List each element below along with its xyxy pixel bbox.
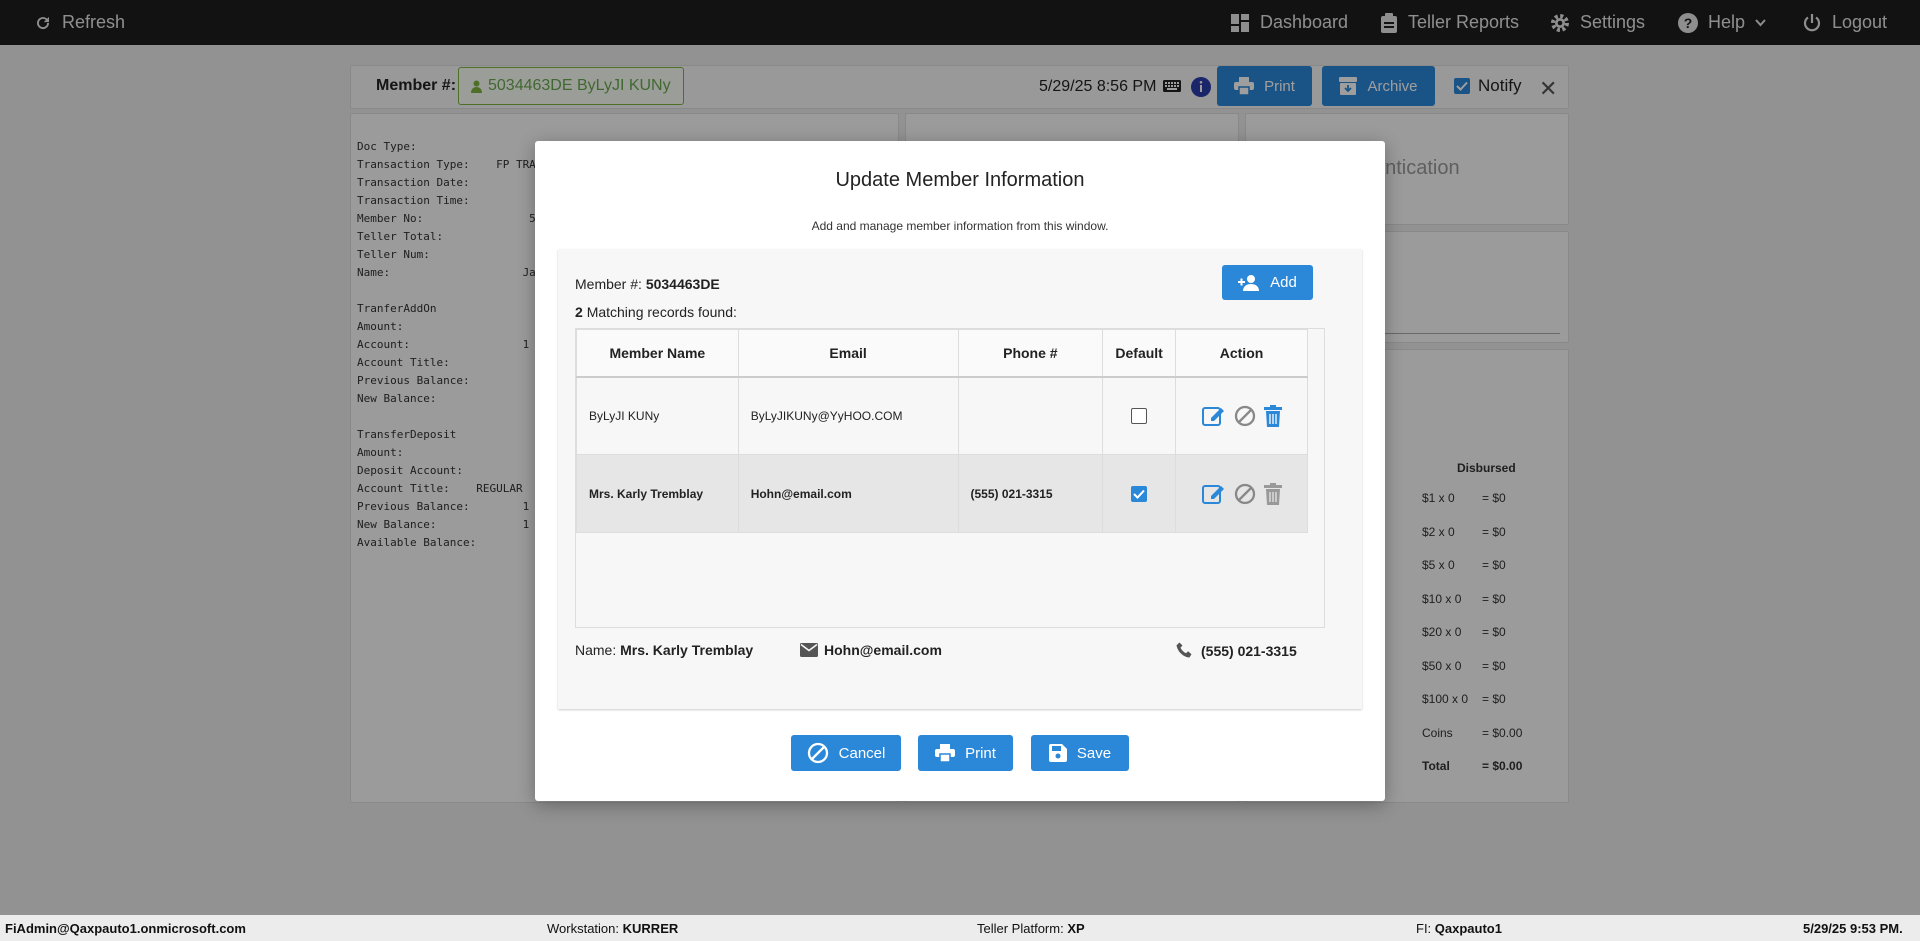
save-icon bbox=[1048, 744, 1067, 762]
row-phone: (555) 021-3315 bbox=[957, 454, 1104, 533]
summary-email: Hohn@email.com bbox=[800, 642, 942, 658]
column-email[interactable]: Email bbox=[737, 329, 959, 378]
column-action[interactable]: Action bbox=[1175, 329, 1308, 378]
modal-title: Update Member Information bbox=[835, 169, 1085, 191]
summary-name: Name: Mrs. Karly Tremblay bbox=[575, 642, 753, 658]
status-datetime: 5/29/25 9:53 PM. bbox=[1803, 921, 1903, 936]
summary-name-label: Name: bbox=[575, 642, 617, 658]
modal-print-button[interactable]: Print bbox=[918, 735, 1013, 771]
row-actions bbox=[1175, 454, 1308, 533]
add-user-icon bbox=[1238, 274, 1260, 291]
summary-phone-value: (555) 021-3315 bbox=[1201, 642, 1297, 659]
match-count-value: 2 bbox=[575, 304, 583, 320]
trash-icon[interactable] bbox=[1263, 482, 1282, 505]
status-workstation: Workstation: KURRER bbox=[547, 921, 679, 936]
match-count: 2 Matching records found: bbox=[575, 304, 737, 320]
update-member-modal: Update Member Information Add and manage… bbox=[535, 141, 1385, 801]
member-number-value: 5034463DE bbox=[645, 276, 720, 292]
save-label: Save bbox=[1076, 744, 1112, 762]
row-email: ByLyJIKUNy@YyHOO.COM bbox=[737, 376, 959, 455]
member-number: Member #: 5034463DE bbox=[575, 276, 720, 292]
member-records-card: Member #: 5034463DE 2 Matching records f… bbox=[558, 249, 1362, 709]
column-phone[interactable]: Phone # bbox=[957, 329, 1104, 378]
modal-print-label: Print bbox=[965, 744, 996, 762]
save-button[interactable]: Save bbox=[1031, 735, 1129, 771]
row-email: Hohn@email.com bbox=[737, 454, 959, 533]
row-name: ByLyJI KUNy bbox=[576, 376, 739, 455]
status-user: FiAdmin@Qaxpauto1.onmicrosoft.com bbox=[5, 921, 246, 936]
default-checkbox[interactable] bbox=[1131, 407, 1148, 424]
envelope-icon bbox=[800, 643, 818, 657]
table-header-row: Member Name Email Phone # Default Action bbox=[576, 329, 1308, 378]
edit-icon[interactable] bbox=[1201, 405, 1226, 427]
trash-icon[interactable] bbox=[1263, 404, 1282, 427]
member-number-label: Member #: bbox=[575, 276, 642, 292]
table-row[interactable]: ByLyJI KUNy ByLyJIKUNy@YyHOO.COM bbox=[576, 376, 1308, 455]
printer-icon bbox=[935, 744, 956, 762]
status-fi: FI: Qaxpauto1 bbox=[1416, 921, 1502, 936]
row-default bbox=[1102, 454, 1177, 533]
status-platform: Teller Platform: XP bbox=[977, 921, 1085, 936]
add-member-button[interactable]: Add bbox=[1222, 265, 1313, 300]
row-default bbox=[1102, 376, 1177, 455]
column-member-name[interactable]: Member Name bbox=[576, 329, 739, 378]
summary-phone: (555) 021-3315 bbox=[1176, 642, 1297, 659]
row-name: Mrs. Karly Tremblay bbox=[576, 454, 739, 533]
cancel-button[interactable]: Cancel bbox=[791, 735, 901, 771]
edit-icon[interactable] bbox=[1201, 483, 1226, 505]
cancel-label: Cancel bbox=[838, 744, 886, 762]
phone-icon bbox=[1176, 642, 1192, 658]
status-bar: FiAdmin@Qaxpauto1.onmicrosoft.com Workst… bbox=[0, 915, 1920, 941]
column-default[interactable]: Default bbox=[1102, 329, 1177, 378]
cancel-icon bbox=[807, 742, 828, 764]
member-table: Member Name Email Phone # Default Action… bbox=[576, 329, 1308, 533]
summary-name-value: Mrs. Karly Tremblay bbox=[620, 642, 754, 658]
block-icon[interactable] bbox=[1234, 405, 1256, 427]
table-row-selected[interactable]: Mrs. Karly Tremblay Hohn@email.com (555)… bbox=[576, 454, 1308, 533]
modal-subtitle: Add and manage member information from t… bbox=[811, 219, 1109, 233]
row-actions bbox=[1175, 376, 1308, 455]
block-icon[interactable] bbox=[1234, 483, 1256, 505]
add-label: Add bbox=[1270, 274, 1297, 291]
member-table-container[interactable]: Member Name Email Phone # Default Action… bbox=[575, 328, 1325, 628]
row-phone bbox=[957, 376, 1104, 455]
default-checkbox[interactable] bbox=[1131, 485, 1148, 502]
summary-email-value: Hohn@email.com bbox=[824, 642, 942, 658]
match-count-text: Matching records found: bbox=[586, 304, 737, 320]
